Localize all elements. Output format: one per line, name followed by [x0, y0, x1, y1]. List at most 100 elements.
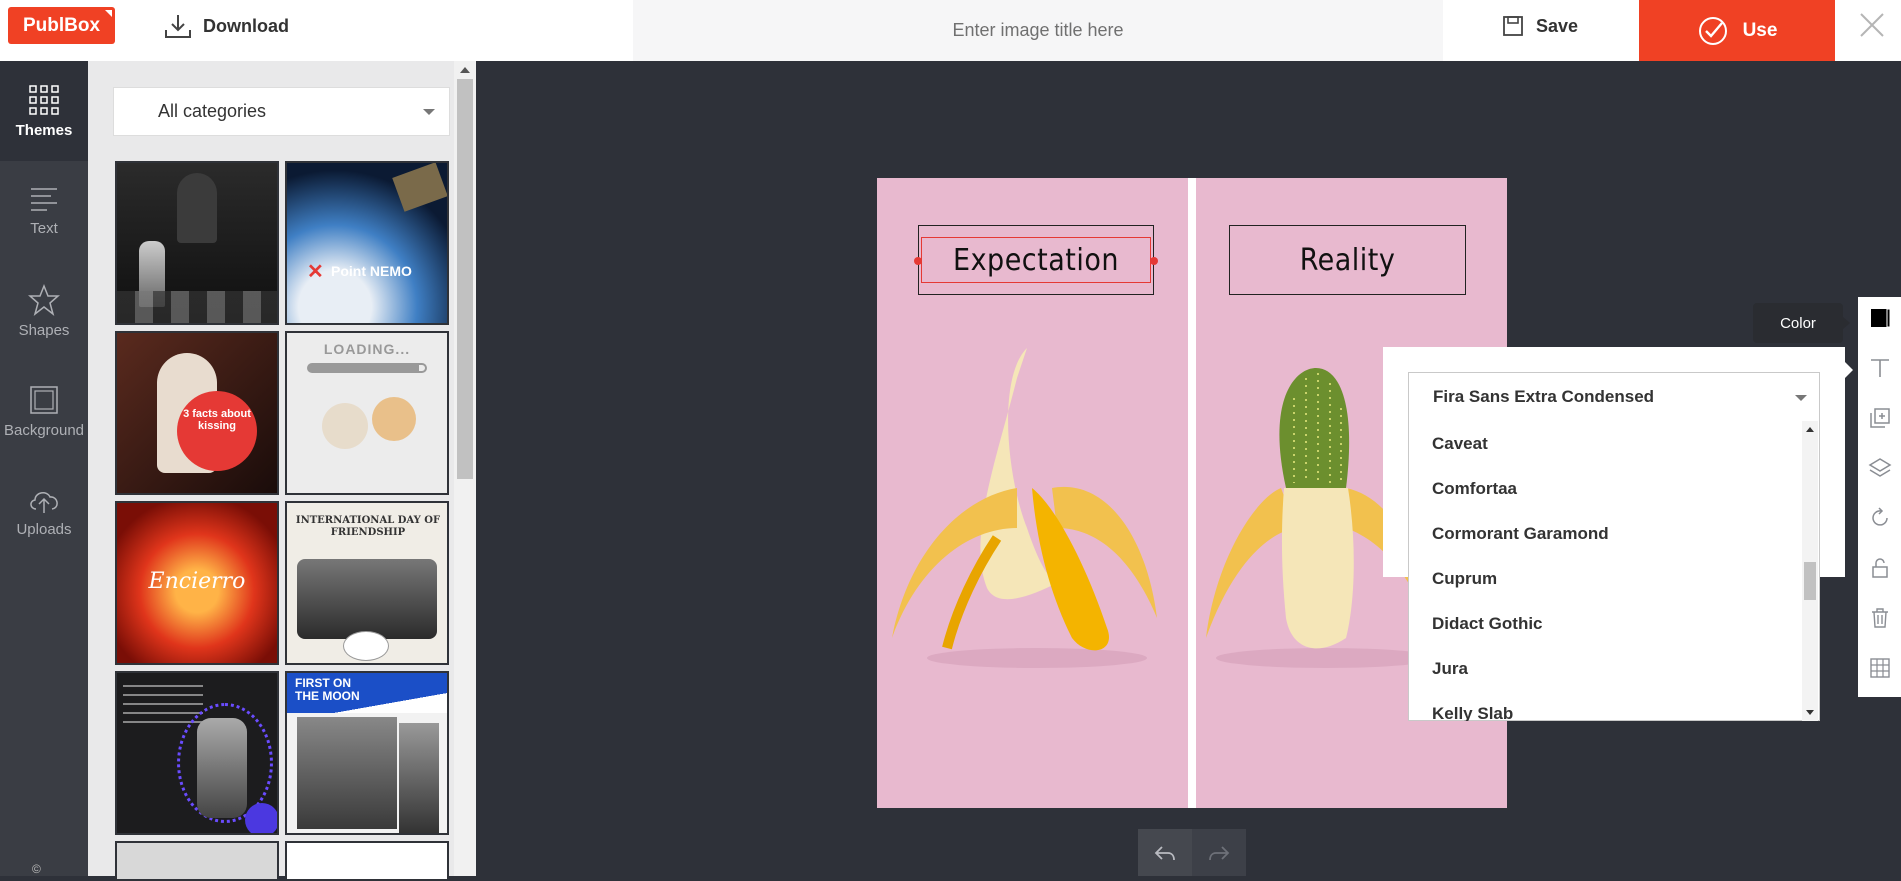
star-icon: [28, 283, 60, 316]
layers-icon: [1868, 458, 1891, 477]
top-bar: PublBox Download Save Use: [0, 0, 1901, 61]
sidebar-item-label: Background: [3, 421, 85, 439]
image-title-input[interactable]: [633, 0, 1443, 61]
rotate-icon: [1871, 507, 1888, 526]
save-label: Save: [1536, 15, 1579, 36]
copyright-mark: ©: [32, 862, 41, 876]
color-button[interactable]: [1858, 297, 1901, 339]
history-controls: [1138, 829, 1246, 876]
theme-thumbnail-elevator[interactable]: [115, 671, 279, 835]
text-box-expectation[interactable]: Expectation: [918, 225, 1154, 295]
delete-button[interactable]: [1858, 597, 1901, 639]
text-box-reality[interactable]: Reality: [1229, 225, 1466, 295]
font-option[interactable]: Caveat: [1410, 421, 1796, 466]
layers-button[interactable]: [1858, 447, 1901, 489]
sidebar-item-label: Text: [30, 219, 58, 237]
font-button[interactable]: [1858, 347, 1901, 389]
check-circle-icon: [1698, 16, 1727, 45]
chevron-down-icon: [423, 109, 435, 115]
use-button[interactable]: Use: [1639, 0, 1835, 61]
banana-image[interactable]: [877, 338, 1188, 678]
use-label: Use: [1742, 19, 1778, 41]
font-option[interactable]: Didact Gothic: [1410, 601, 1796, 646]
sidebar-item-label: Themes: [15, 121, 73, 139]
category-select[interactable]: All categories: [113, 87, 450, 136]
font-option[interactable]: Comfortaa: [1410, 466, 1796, 511]
sidebar-item-label: Shapes: [18, 321, 70, 339]
sidebar-item-shapes[interactable]: Shapes: [0, 261, 88, 361]
right-toolbar: [1858, 297, 1901, 697]
publbox-logo[interactable]: PublBox: [8, 7, 115, 44]
duplicate-icon: [1869, 408, 1890, 428]
thumbnail-caption: Point NEMO: [331, 263, 412, 279]
undo-icon: [1154, 845, 1175, 860]
themes-scrollbar[interactable]: [454, 61, 476, 876]
thumbnail-caption: 3 facts about kissing: [183, 408, 251, 432]
sidebar-item-text[interactable]: Text: [0, 161, 88, 261]
font-option[interactable]: Cuprum: [1410, 556, 1796, 601]
theme-thumbnail-partial-1[interactable]: [115, 841, 279, 881]
left-sidebar: Themes Text Shapes Background Uploads ©: [0, 61, 88, 876]
sidebar-item-background[interactable]: Background: [0, 361, 88, 461]
download-icon: [165, 15, 191, 38]
theme-thumbnail-kissing[interactable]: 3 facts about kissing: [115, 331, 279, 495]
duplicate-button[interactable]: [1858, 397, 1901, 439]
theme-thumbnail-partial-2[interactable]: [285, 841, 449, 881]
font-options-list: Caveat Comfortaa Cormorant Garamond Cupr…: [1410, 421, 1796, 722]
rotate-button[interactable]: [1858, 497, 1901, 539]
scroll-down-icon[interactable]: [1806, 710, 1814, 715]
sidebar-item-uploads[interactable]: Uploads: [0, 461, 88, 561]
resize-handle-right[interactable]: [1150, 257, 1158, 265]
sidebar-item-themes[interactable]: Themes: [0, 61, 88, 161]
font-option[interactable]: Kelly Slab: [1410, 691, 1796, 722]
font-option[interactable]: Cormorant Garamond: [1410, 511, 1796, 556]
font-option[interactable]: Jura: [1410, 646, 1796, 691]
theme-thumbnail-encierro[interactable]: Encierro: [115, 501, 279, 665]
redo-icon: [1209, 845, 1230, 860]
chevron-down-icon[interactable]: [1795, 395, 1807, 401]
scroll-thumb[interactable]: [457, 79, 473, 479]
canvas-divider: [1188, 178, 1196, 808]
font-list-scrollbar[interactable]: [1802, 421, 1818, 721]
grid-icon: [29, 84, 59, 115]
theme-thumbnail-point-nemo[interactable]: ✕ Point NEMO: [285, 161, 449, 325]
thumbnail-caption: FIRST ON THE MOON: [295, 676, 360, 703]
grid-table-icon: [1869, 658, 1890, 678]
cloud-upload-icon: [30, 491, 58, 513]
font-select-value[interactable]: Fira Sans Extra Condensed: [1433, 387, 1654, 407]
undo-button[interactable]: [1138, 829, 1192, 876]
scroll-thumb[interactable]: [1804, 562, 1816, 600]
redo-button[interactable]: [1192, 829, 1246, 876]
save-icon: [1503, 16, 1523, 36]
download-label: Download: [203, 15, 289, 36]
lock-button[interactable]: [1858, 547, 1901, 589]
save-button[interactable]: Save: [1502, 12, 1578, 40]
text-lines-icon: [31, 187, 57, 211]
color-tooltip: Color: [1753, 303, 1850, 343]
thumbnail-caption: LOADING...: [323, 341, 411, 357]
trash-icon: [1871, 608, 1888, 628]
text-icon: [1870, 359, 1889, 377]
thumbnail-caption: Encierro: [148, 569, 246, 594]
category-select-value: All categories: [158, 101, 267, 121]
scroll-up-icon[interactable]: [1806, 427, 1814, 432]
sidebar-item-label: Uploads: [16, 520, 72, 538]
canvas-text[interactable]: Expectation: [953, 243, 1119, 278]
theme-thumbnail-first-moon[interactable]: FIRST ON THE MOON: [285, 671, 449, 835]
scroll-up-icon[interactable]: [460, 67, 470, 73]
theme-thumbnail-chess[interactable]: [115, 161, 279, 325]
color-swatch-icon: [1870, 308, 1890, 328]
thumbnail-caption: INTERNATIONAL DAY OF FRIENDSHIP: [295, 515, 441, 538]
grid-button[interactable]: [1858, 647, 1901, 689]
lock-icon: [1871, 558, 1888, 578]
theme-thumbnail-loading[interactable]: LOADING...: [285, 331, 449, 495]
resize-handle-left[interactable]: [914, 257, 922, 265]
canvas-text[interactable]: Reality: [1300, 243, 1396, 278]
close-icon[interactable]: [1857, 10, 1887, 40]
thumbnail-caption: [172, 245, 272, 269]
frame-icon: [30, 385, 58, 414]
font-select[interactable]: Fira Sans Extra Condensed Caveat Comfort…: [1408, 372, 1820, 721]
tooltip-text: Color: [1780, 314, 1816, 332]
download-button[interactable]: Download: [163, 12, 289, 40]
theme-thumbnail-friendship[interactable]: INTERNATIONAL DAY OF FRIENDSHIP: [285, 501, 449, 665]
